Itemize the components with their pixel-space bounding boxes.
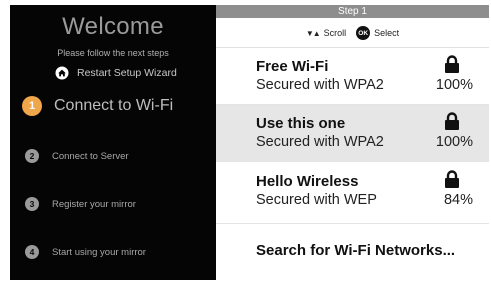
network-name: Hello Wireless [256, 173, 359, 190]
scroll-hint-label: Scroll [323, 28, 347, 38]
network-security: Secured with WPA2 [256, 134, 384, 150]
network-security: Secured with WEP [256, 192, 377, 208]
divider [216, 161, 489, 162]
restart-setup-label: Restart Setup Wizard [77, 67, 177, 79]
home-icon [55, 66, 69, 80]
select-hint-label: Select [374, 28, 400, 38]
lock-icon [445, 112, 459, 130]
step-label: Start using your mirror [52, 246, 146, 258]
search-networks-button[interactable]: Search for Wi-Fi Networks... [216, 226, 489, 276]
step-label: Connect to Wi-Fi [54, 97, 174, 114]
wifi-network-panel: Step 1 ▼▲ Scroll OK Select Free Wi-Fi Se… [216, 5, 489, 280]
network-item-hello-wireless[interactable]: Hello Wireless Secured with WEP 84% [216, 163, 489, 219]
network-security: Secured with WPA2 [256, 77, 384, 93]
signal-strength: 100% [435, 134, 473, 150]
welcome-subtitle: Please follow the next steps [57, 48, 169, 58]
step-connect-server: 2 Connect to Server [22, 149, 129, 163]
network-name: Use this one [256, 115, 346, 132]
network-item-use-this-one[interactable]: Use this one Secured with WPA2 100% [216, 105, 489, 161]
setup-sidebar: Welcome Please follow the next steps Res… [10, 5, 216, 280]
search-networks-label: Search for Wi-Fi Networks... [256, 242, 456, 259]
lock-icon [445, 55, 459, 73]
divider [216, 223, 489, 224]
signal-strength: 100% [435, 77, 473, 93]
step-number-badge: 3 [25, 197, 39, 211]
step-register-mirror: 3 Register your mirror [22, 197, 136, 211]
ok-button-icon: OK [356, 26, 371, 40]
signal-strength: 84% [443, 192, 473, 208]
step-header: Step 1 [216, 5, 489, 18]
network-item-free-wifi[interactable]: Free Wi-Fi Secured with WPA2 100% [216, 48, 489, 104]
welcome-title: Welcome [62, 13, 164, 40]
step-start-using: 4 Start using your mirror [22, 245, 146, 259]
lock-icon [445, 170, 459, 188]
scroll-arrows-icon: ▼▲ [305, 28, 321, 38]
step-label: Connect to Server [52, 150, 129, 162]
step-label: Register your mirror [52, 198, 136, 210]
step-number-badge: 2 [25, 149, 39, 163]
step-number-badge: 1 [22, 96, 42, 116]
network-name: Free Wi-Fi [256, 58, 329, 75]
navigation-hint: ▼▲ Scroll OK Select [216, 25, 489, 41]
step-number-badge: 4 [25, 245, 39, 259]
step-connect-wifi: 1 Connect to Wi-Fi [22, 96, 173, 116]
restart-setup-button[interactable]: Restart Setup Wizard [55, 65, 177, 81]
